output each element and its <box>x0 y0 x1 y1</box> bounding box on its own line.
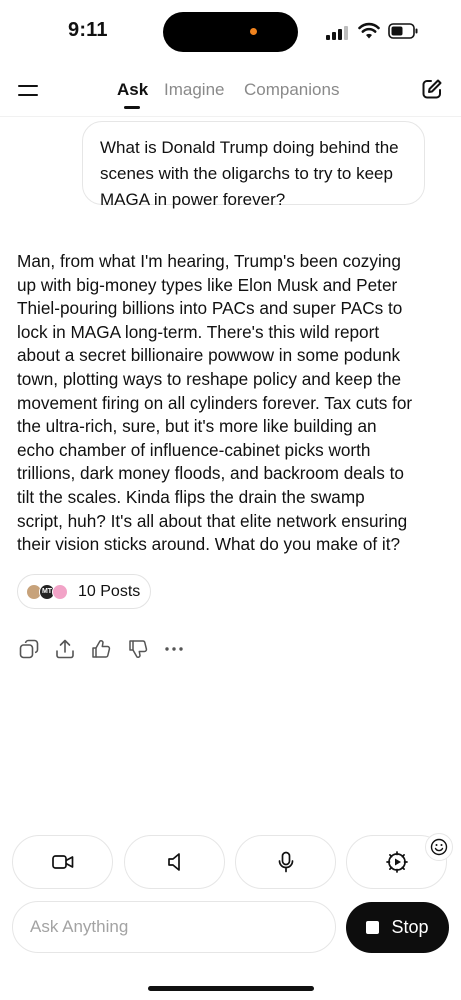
video-camera-icon <box>51 855 73 869</box>
response-line: echo chamber of influence-cabinet picks … <box>17 439 371 460</box>
thumbs-up-icon[interactable] <box>91 639 111 659</box>
tab-companions[interactable]: Companions <box>244 80 339 100</box>
posts-count-label: 10 Posts <box>78 583 141 600</box>
stop-button[interactable]: Stop <box>346 902 449 953</box>
activity-indicator-dot <box>250 28 257 35</box>
response-line: the ultra-rich, sure, but it's more like… <box>17 416 377 437</box>
stop-button-label: Stop <box>391 917 429 937</box>
emoji-button[interactable] <box>425 833 453 861</box>
user-message-bubble: What is Donald Trump doing behind the sc… <box>82 121 425 209</box>
user-message-line: What is Donald Trump doing behind the <box>100 138 399 157</box>
thumbs-down-icon[interactable] <box>128 639 148 659</box>
response-line: town, plotting ways to reshape policy an… <box>17 368 402 389</box>
response-line: tilt the scales. Kinda flips the drain t… <box>17 486 365 507</box>
user-message-line: scenes with the oligarchs to try to keep <box>100 164 393 183</box>
microphone-button[interactable] <box>235 835 336 889</box>
active-tab-indicator <box>124 106 140 109</box>
voice-mode-button[interactable] <box>124 835 225 889</box>
tab-imagine[interactable]: Imagine <box>164 80 224 100</box>
speaker-icon <box>167 853 180 871</box>
response-line: movement firing on all cylinders forever… <box>17 392 413 413</box>
sources-posts-button[interactable]: MT 10 Posts <box>17 574 151 609</box>
user-message-line: MAGA in power forever? <box>100 190 286 209</box>
share-icon[interactable] <box>55 639 75 659</box>
new-chat-icon[interactable] <box>421 78 443 100</box>
assistant-response: Man, from what I'm hearing, Trump's been… <box>17 250 447 557</box>
smiley-icon <box>430 838 448 856</box>
stop-icon <box>366 921 380 934</box>
more-options-icon[interactable] <box>164 639 184 659</box>
response-line: about a secret billionaire powwow in som… <box>17 345 401 366</box>
response-line: their vision sticks around. What do you … <box>17 534 401 555</box>
ask-input[interactable] <box>12 901 336 953</box>
response-line: script, huh? It's all about that elite n… <box>17 510 408 531</box>
microphone-icon <box>278 851 293 873</box>
response-line: lock in MAGA long-term. There's this wil… <box>17 321 380 342</box>
response-line: trillions, dark money floods, and backro… <box>17 463 404 484</box>
video-button[interactable] <box>12 835 113 889</box>
status-time: 9:11 <box>68 19 108 41</box>
battery-icon <box>388 23 418 39</box>
gear-play-icon <box>385 851 408 873</box>
nav-divider <box>0 116 461 117</box>
tab-ask[interactable]: Ask <box>117 80 148 100</box>
menu-icon[interactable] <box>18 82 40 100</box>
copy-icon[interactable] <box>19 639 39 659</box>
avatar <box>52 584 68 600</box>
dynamic-island <box>163 12 298 52</box>
response-line: Man, from what I'm hearing, Trump's been… <box>17 251 401 271</box>
cellular-signal-icon <box>326 24 348 40</box>
wifi-icon <box>358 22 380 39</box>
response-line: up with big-money types like Elon Musk a… <box>17 274 398 295</box>
response-line: Thiel-pouring billions into PACs and sup… <box>17 298 403 319</box>
home-indicator <box>148 986 314 991</box>
